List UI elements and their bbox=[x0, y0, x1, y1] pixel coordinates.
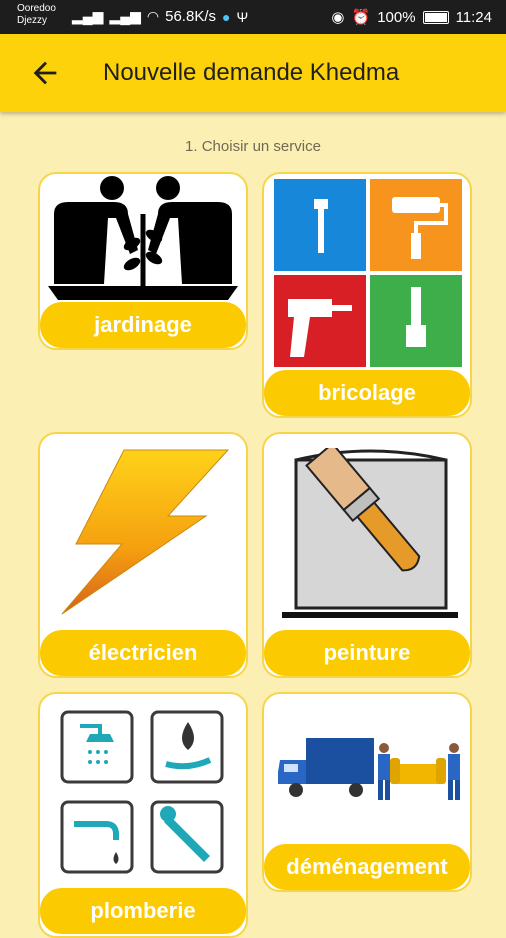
gardening-illustration bbox=[48, 176, 238, 300]
service-label: électricien bbox=[40, 630, 246, 676]
usb-icon: Ψ bbox=[236, 8, 249, 25]
status-right-icons: ◉ ⏰ 100% 11:24 bbox=[331, 8, 492, 27]
page-title: Nouvelle demande Khedma bbox=[103, 59, 400, 86]
signal-icon: ▂▄▆ bbox=[72, 8, 104, 24]
tools-illustration bbox=[274, 179, 462, 367]
service-card-demenagement[interactable]: déménagement bbox=[262, 692, 472, 892]
status-bar: Ooredoo Djezzy ▂▄▆ ▂▄▆ ◠ 56.8K/s ● Ψ ◉ ⏰… bbox=[0, 0, 506, 34]
service-card-bricolage[interactable]: bricolage bbox=[262, 172, 472, 418]
carrier-2: Djezzy bbox=[17, 15, 48, 26]
eye-icon: ◉ bbox=[331, 9, 345, 26]
service-card-electricien[interactable]: électricien bbox=[38, 432, 248, 678]
carrier-1: Ooredoo bbox=[17, 3, 56, 14]
service-label: bricolage bbox=[264, 370, 470, 416]
arrow-left-icon bbox=[33, 61, 57, 85]
battery-percent: 100% bbox=[377, 8, 416, 26]
clock-time: 11:24 bbox=[455, 8, 492, 26]
service-card-jardinage[interactable]: jardinage bbox=[38, 172, 248, 350]
status-left-icons: ▂▄▆ ▂▄▆ ◠ 56.8K/s ● Ψ bbox=[72, 8, 248, 25]
step-label: 1. Choisir un service bbox=[185, 138, 321, 155]
service-label: plomberie bbox=[40, 888, 246, 934]
carrier-info: Ooredoo Djezzy bbox=[17, 3, 56, 27]
signal-icon-2: ▂▄▆ bbox=[109, 8, 141, 24]
moving-truck-illustration bbox=[278, 738, 460, 800]
lightning-bolt-icon bbox=[61, 449, 230, 615]
service-card-peinture[interactable]: peinture bbox=[262, 432, 472, 678]
app-bar: Nouvelle demande Khedma bbox=[0, 34, 506, 112]
service-card-plomberie[interactable]: plomberie bbox=[38, 692, 248, 938]
paint-brush-bucket-illustration bbox=[282, 448, 458, 618]
alarm-icon: ⏰ bbox=[351, 9, 371, 26]
back-button[interactable] bbox=[28, 56, 62, 90]
service-label: peinture bbox=[264, 630, 470, 676]
wifi-icon: ◠ bbox=[146, 8, 160, 24]
service-label: jardinage bbox=[40, 302, 246, 348]
network-speed: 56.8K/s bbox=[165, 8, 216, 25]
service-label: déménagement bbox=[264, 844, 470, 890]
battery-icon bbox=[422, 10, 449, 24]
globe-icon: ● bbox=[222, 8, 231, 25]
plumbing-icons-illustration bbox=[60, 710, 224, 874]
